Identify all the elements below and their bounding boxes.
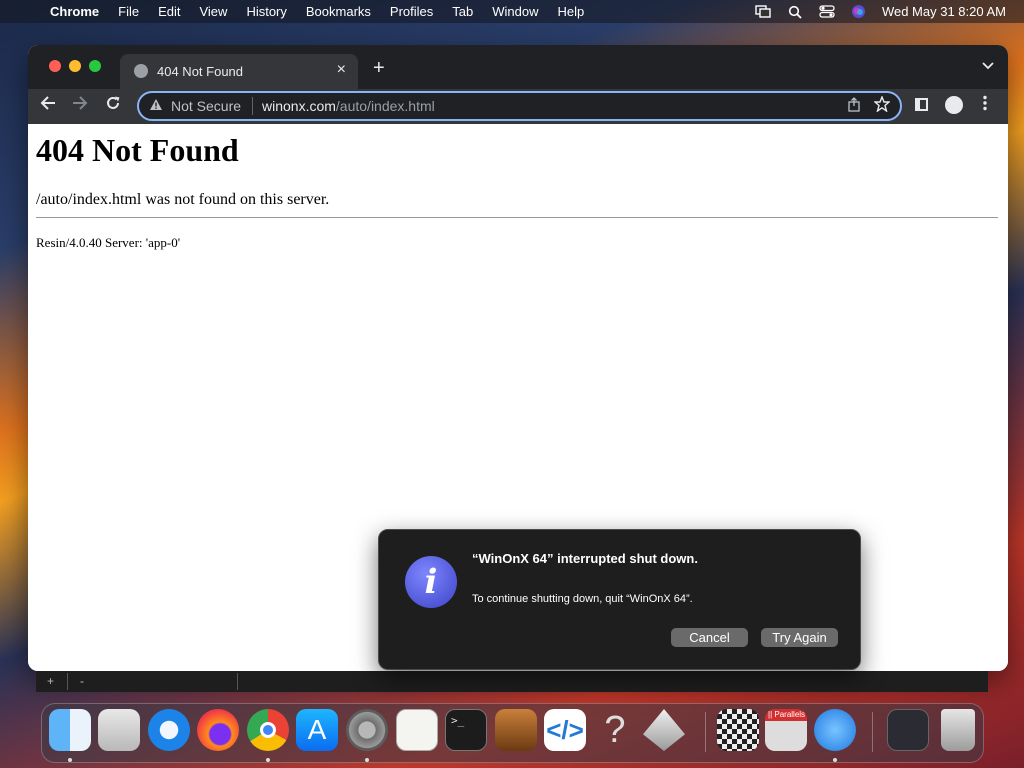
system-settings-icon[interactable] [346, 709, 388, 751]
reload-icon[interactable] [105, 95, 121, 116]
menu-history[interactable]: History [246, 4, 286, 19]
launchpad-icon[interactable] [98, 709, 140, 751]
app-store-icon[interactable]: A [296, 709, 338, 751]
window-minimize-button[interactable] [69, 60, 81, 72]
menu-bookmarks[interactable]: Bookmarks [306, 4, 371, 19]
toolbar-divider [67, 673, 68, 690]
app-grid-icon[interactable] [814, 709, 856, 751]
profile-avatar-icon[interactable] [945, 96, 963, 114]
window-close-button[interactable] [49, 60, 61, 72]
side-panel-icon[interactable] [915, 98, 928, 111]
trash-icon[interactable] [941, 709, 975, 751]
url-path: /auto/index.html [335, 98, 435, 114]
tab-strip: 404 Not Found × + [28, 45, 1008, 89]
shutdown-alert-dialog: i “WinOnX 64” interrupted shut down. To … [378, 529, 861, 670]
address-bar[interactable]: Not Secure winonx.com/auto/index.html [137, 91, 902, 121]
dialog-message: To continue shutting down, quit “WinOnX … [472, 593, 693, 605]
terminal-icon[interactable]: >_ [445, 709, 487, 751]
remove-button[interactable]: - [80, 674, 84, 688]
winonx-icon[interactable] [643, 709, 685, 751]
not-secure-label[interactable]: Not Secure [171, 98, 241, 114]
control-center-icon[interactable] [818, 5, 836, 19]
spotlight-search-icon[interactable] [786, 5, 804, 19]
parallels-label: || Parallels [768, 710, 806, 719]
forward-arrow-icon[interactable] [72, 95, 88, 116]
garageband-icon[interactable] [495, 709, 537, 751]
running-indicator [266, 758, 270, 762]
add-button[interactable]: + [47, 674, 54, 688]
share-icon[interactable] [848, 97, 860, 115]
toolbar-divider [237, 673, 238, 690]
dock-divider [705, 712, 706, 752]
textedit-icon[interactable] [396, 709, 438, 751]
cancel-button[interactable]: Cancel [671, 628, 748, 647]
chrome-icon[interactable] [247, 709, 289, 751]
running-indicator [833, 758, 837, 762]
screen-mirroring-icon[interactable] [754, 5, 772, 19]
window-maximize-button[interactable] [89, 60, 101, 72]
dialog-title: “WinOnX 64” interrupted shut down. [472, 551, 698, 566]
menu-chrome[interactable]: Chrome [50, 4, 99, 19]
horizontal-rule [36, 217, 998, 218]
downloads-icon[interactable] [887, 709, 929, 751]
menu-bar: Chrome File Edit View History Bookmarks … [0, 0, 1024, 23]
running-indicator [365, 758, 369, 762]
running-indicator [68, 758, 72, 762]
parallels-icon[interactable]: || Parallels [765, 709, 807, 751]
dock: A >_ </> ? || Parallels [41, 703, 984, 763]
info-icon: i [405, 556, 457, 608]
firefox-icon[interactable] [197, 709, 239, 751]
background-window-toolbar: + - [36, 671, 988, 692]
url-host: winonx.com [262, 98, 336, 114]
tab-search-chevron-icon[interactable] [982, 59, 994, 73]
menubar-datetime[interactable]: Wed May 31 8:20 AM [882, 4, 1006, 19]
menu-file[interactable]: File [118, 4, 139, 19]
browser-toolbar: Not Secure winonx.com/auto/index.html [28, 89, 1008, 124]
url-text[interactable]: winonx.com/auto/index.html [262, 98, 435, 114]
chess-icon[interactable] [717, 709, 759, 751]
vscode-icon[interactable]: </> [544, 709, 586, 751]
menu-edit[interactable]: Edit [158, 4, 180, 19]
tab-close-icon[interactable]: × [337, 61, 346, 79]
menu-tab[interactable]: Tab [452, 4, 473, 19]
error-message: /auto/index.html was not found on this s… [36, 191, 330, 208]
dock-divider [872, 712, 873, 752]
menu-profiles[interactable]: Profiles [390, 4, 433, 19]
finder-icon[interactable] [49, 709, 91, 751]
menu-help[interactable]: Help [558, 4, 585, 19]
help-icon[interactable]: ? [594, 709, 636, 751]
tab-title: 404 Not Found [157, 64, 244, 79]
tab-404-not-found[interactable]: 404 Not Found × [120, 54, 358, 89]
siri-icon[interactable] [850, 5, 868, 19]
server-footer: Resin/4.0.40 Server: 'app-0' [36, 235, 181, 250]
page-heading: 404 Not Found [36, 132, 239, 168]
more-menu-icon[interactable] [983, 95, 987, 116]
globe-icon [134, 64, 148, 78]
bookmark-star-icon[interactable] [873, 95, 891, 117]
new-tab-button[interactable]: + [373, 57, 385, 80]
menu-window[interactable]: Window [492, 4, 538, 19]
back-arrow-icon[interactable] [40, 95, 56, 116]
omnibox-divider [252, 97, 253, 115]
warning-icon[interactable] [149, 98, 163, 114]
menu-view[interactable]: View [199, 4, 227, 19]
safari-icon[interactable] [148, 709, 190, 751]
try-again-button[interactable]: Try Again [761, 628, 838, 647]
